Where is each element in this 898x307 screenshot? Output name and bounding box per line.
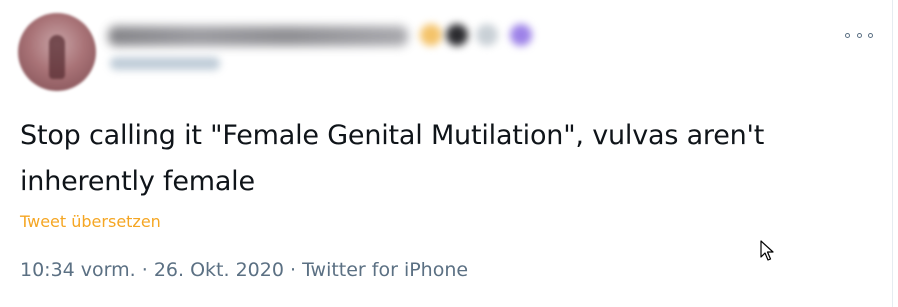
tweet-metadata: 10:34 vorm. · 26. Okt. 2020 · Twitter fo… [20,259,468,281]
separator: · [283,259,303,281]
tweet-source[interactable]: Twitter for iPhone [302,259,468,281]
tweet-text-line-2: inherently female [20,166,255,197]
tweet-text: Stop calling it "Female Genital Mutilati… [20,113,880,205]
emoji-redacted [446,24,468,46]
separator: · [135,259,154,281]
emoji-redacted [510,24,532,46]
tweet-text-line-1: Stop calling it "Female Genital Mutilati… [20,120,765,151]
translate-tweet-link[interactable]: Tweet übersetzen [20,212,161,231]
display-name-redacted[interactable] [108,26,408,46]
tweet-date[interactable]: 26. Okt. 2020 [154,259,284,281]
tweet-time[interactable]: 10:34 vorm. [20,259,136,281]
emoji-redacted [476,24,498,46]
dot [868,32,873,38]
dot [856,32,862,38]
avatar-figure [49,35,65,79]
dot [845,32,850,38]
avatar[interactable] [18,13,96,91]
username-redacted[interactable] [110,57,220,70]
tweet-card: Stop calling it "Female Genital Mutilati… [0,0,893,307]
emoji-redacted [420,24,442,46]
more-horizontal-icon[interactable] [845,28,873,42]
mouse-pointer-icon [760,240,774,261]
